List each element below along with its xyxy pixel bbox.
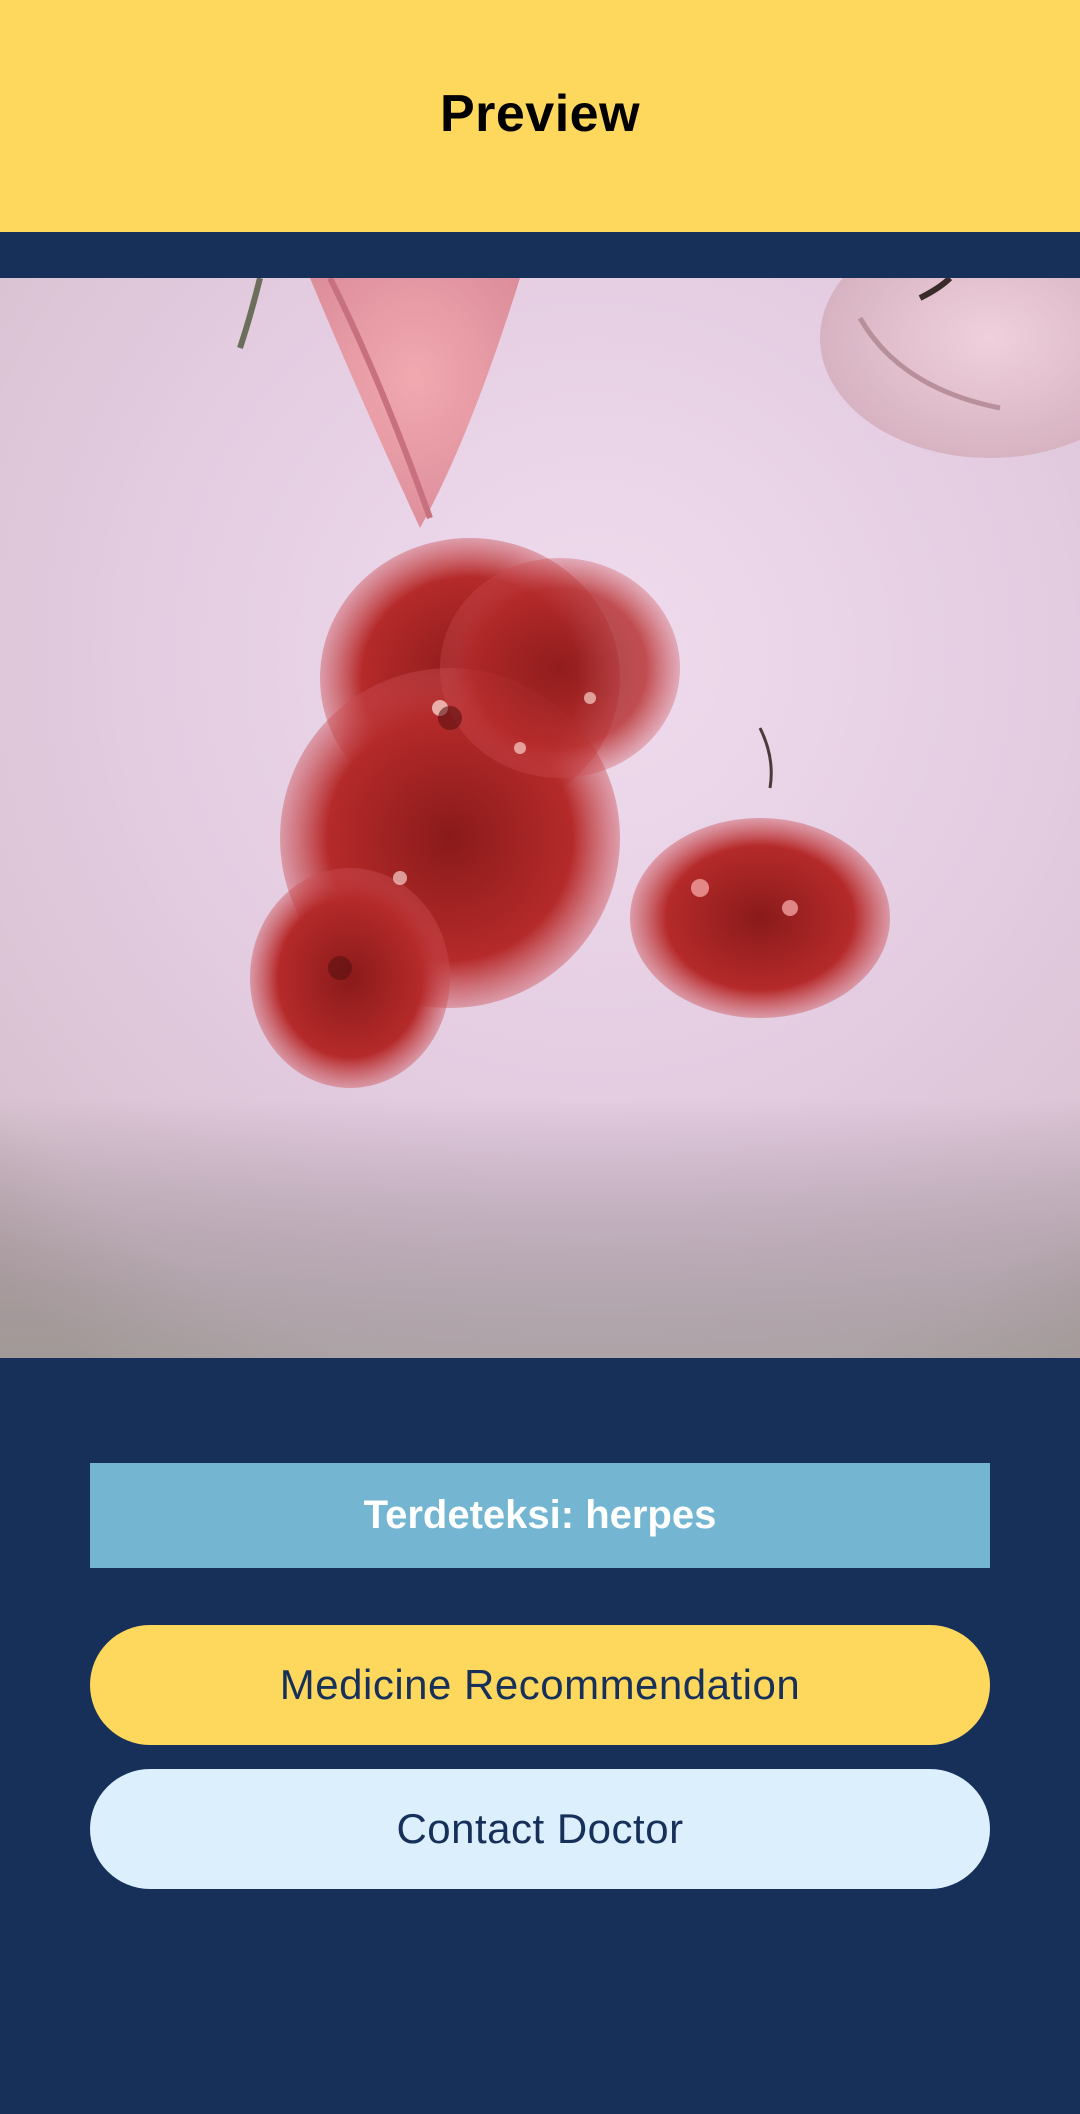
page-title: Preview	[439, 85, 641, 143]
detection-result-text: Terdeteksi: herpes	[363, 1493, 717, 1537]
detection-result-banner: Terdeteksi: herpes	[90, 1463, 990, 1568]
preview-image	[0, 278, 1080, 1358]
app-bar: Preview	[0, 0, 1080, 232]
medicine-recommendation-button[interactable]: Medicine Recommendation	[90, 1625, 990, 1745]
contact-doctor-button[interactable]: Contact Doctor	[90, 1769, 990, 1889]
